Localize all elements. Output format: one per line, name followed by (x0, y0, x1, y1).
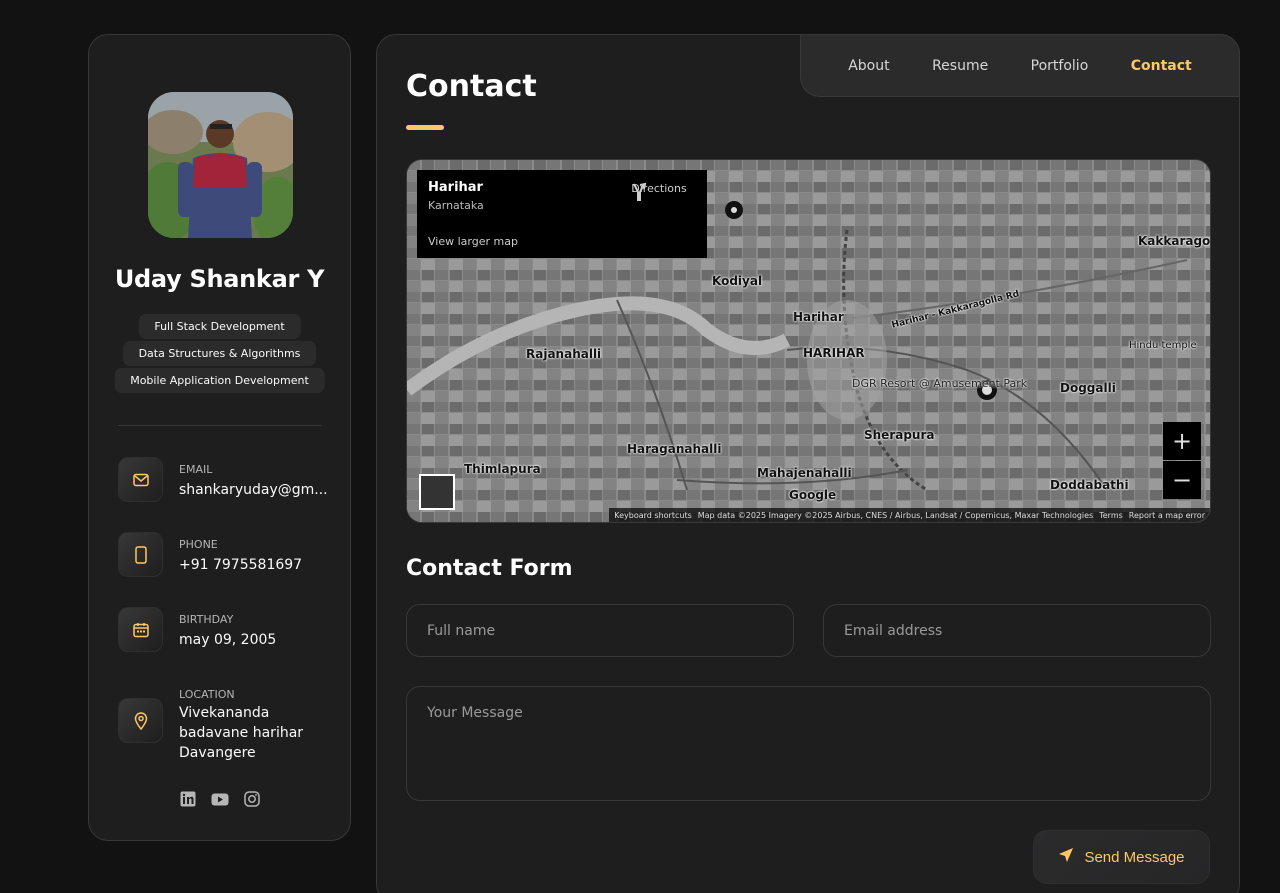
fullname-input[interactable] (406, 604, 794, 657)
location-label: LOCATION (179, 688, 235, 701)
location-line-3: Davangere (179, 745, 256, 761)
title-underline (406, 125, 444, 130)
map-label: Rajanahalli (526, 347, 602, 361)
nav-portfolio[interactable]: Portfolio (1031, 58, 1089, 74)
main-content: About Resume Portfolio Contact Contact K… (376, 34, 1240, 893)
birthday-value: may 09, 2005 (179, 632, 277, 648)
youtube-icon[interactable] (211, 790, 229, 808)
linkedin-icon[interactable] (179, 790, 197, 808)
send-icon (1058, 847, 1074, 867)
nav-about[interactable]: About (848, 58, 889, 74)
map-label: Sherapura (864, 428, 935, 442)
instagram-icon[interactable] (243, 790, 261, 808)
message-textarea[interactable] (406, 686, 1211, 801)
map-label: Kodiyal (712, 274, 763, 288)
view-larger-map-link[interactable]: View larger map (428, 235, 518, 248)
location-line-2: badavane harihar (179, 725, 304, 741)
keyboard-shortcuts-link[interactable]: Keyboard shortcuts (614, 511, 691, 520)
nav-resume[interactable]: Resume (932, 58, 988, 74)
skill-tag: Mobile Application Development (114, 368, 325, 393)
calendar-icon (118, 607, 163, 652)
social-links (89, 790, 350, 808)
zoom-out-button[interactable]: − (1163, 461, 1201, 499)
phone-label: PHONE (179, 538, 218, 551)
directions-button[interactable]: Directions (629, 182, 689, 201)
map-layer-toggle[interactable] (419, 474, 455, 510)
map-label: Mahajenahalli (757, 466, 852, 480)
map-label: Kakkaragoll (1138, 234, 1211, 248)
email-value[interactable]: shankaryuday@gm... (179, 480, 328, 500)
map-embed[interactable]: Kodiyal Harihar HARIHAR Rajanahalli Hara… (406, 159, 1211, 523)
map-attribution: Keyboard shortcuts Map data ©2025 Imager… (609, 508, 1210, 522)
map-label: HARIHAR (803, 346, 865, 360)
email-input[interactable] (823, 604, 1211, 657)
report-error-link[interactable]: Report a map error (1129, 511, 1205, 520)
nav-contact[interactable]: Contact (1131, 58, 1192, 74)
profile-name: Uday Shankar Y (114, 265, 325, 293)
map-label: Thimlapura (464, 462, 541, 476)
separator (118, 425, 321, 426)
skill-tag: Data Structures & Algorithms (122, 341, 317, 366)
send-message-button[interactable]: Send Message (1033, 830, 1210, 884)
avatar (148, 92, 293, 238)
map-label: Harihar (793, 310, 844, 324)
map-data-text: Map data ©2025 Imagery ©2025 Airbus, CNE… (697, 510, 1094, 520)
zoom-in-button[interactable]: + (1163, 422, 1201, 460)
map-label: Haraganahalli (627, 442, 722, 456)
mail-icon (118, 457, 163, 502)
map-label: DGR Resort @ Amusement Park (852, 377, 1028, 390)
google-logo: Google (789, 488, 837, 502)
phone-icon (118, 532, 163, 577)
location-line-1: Vivekananda (179, 705, 270, 721)
send-label: Send Message (1084, 848, 1185, 866)
navbar: About Resume Portfolio Contact (800, 34, 1240, 97)
terms-link[interactable]: Terms (1099, 511, 1123, 520)
sidebar: Uday Shankar Y Full Stack Development Da… (88, 34, 351, 841)
map-label: Hindu temple (1129, 340, 1197, 351)
map-label: Doggalli (1060, 381, 1116, 395)
skill-tag: Full Stack Development (138, 314, 301, 339)
place-subtitle: Karnataka (428, 199, 484, 212)
page-title: Contact (406, 69, 537, 104)
map-label: Doddabathi (1050, 478, 1129, 492)
birthday-label: BIRTHDAY (179, 613, 234, 626)
phone-value[interactable]: +91 7975581697 (179, 555, 302, 575)
form-title: Contact Form (406, 556, 573, 581)
place-card: Harihar Karnataka View larger map Direct… (417, 170, 707, 258)
location-icon (118, 698, 163, 743)
email-label: EMAIL (179, 463, 213, 476)
